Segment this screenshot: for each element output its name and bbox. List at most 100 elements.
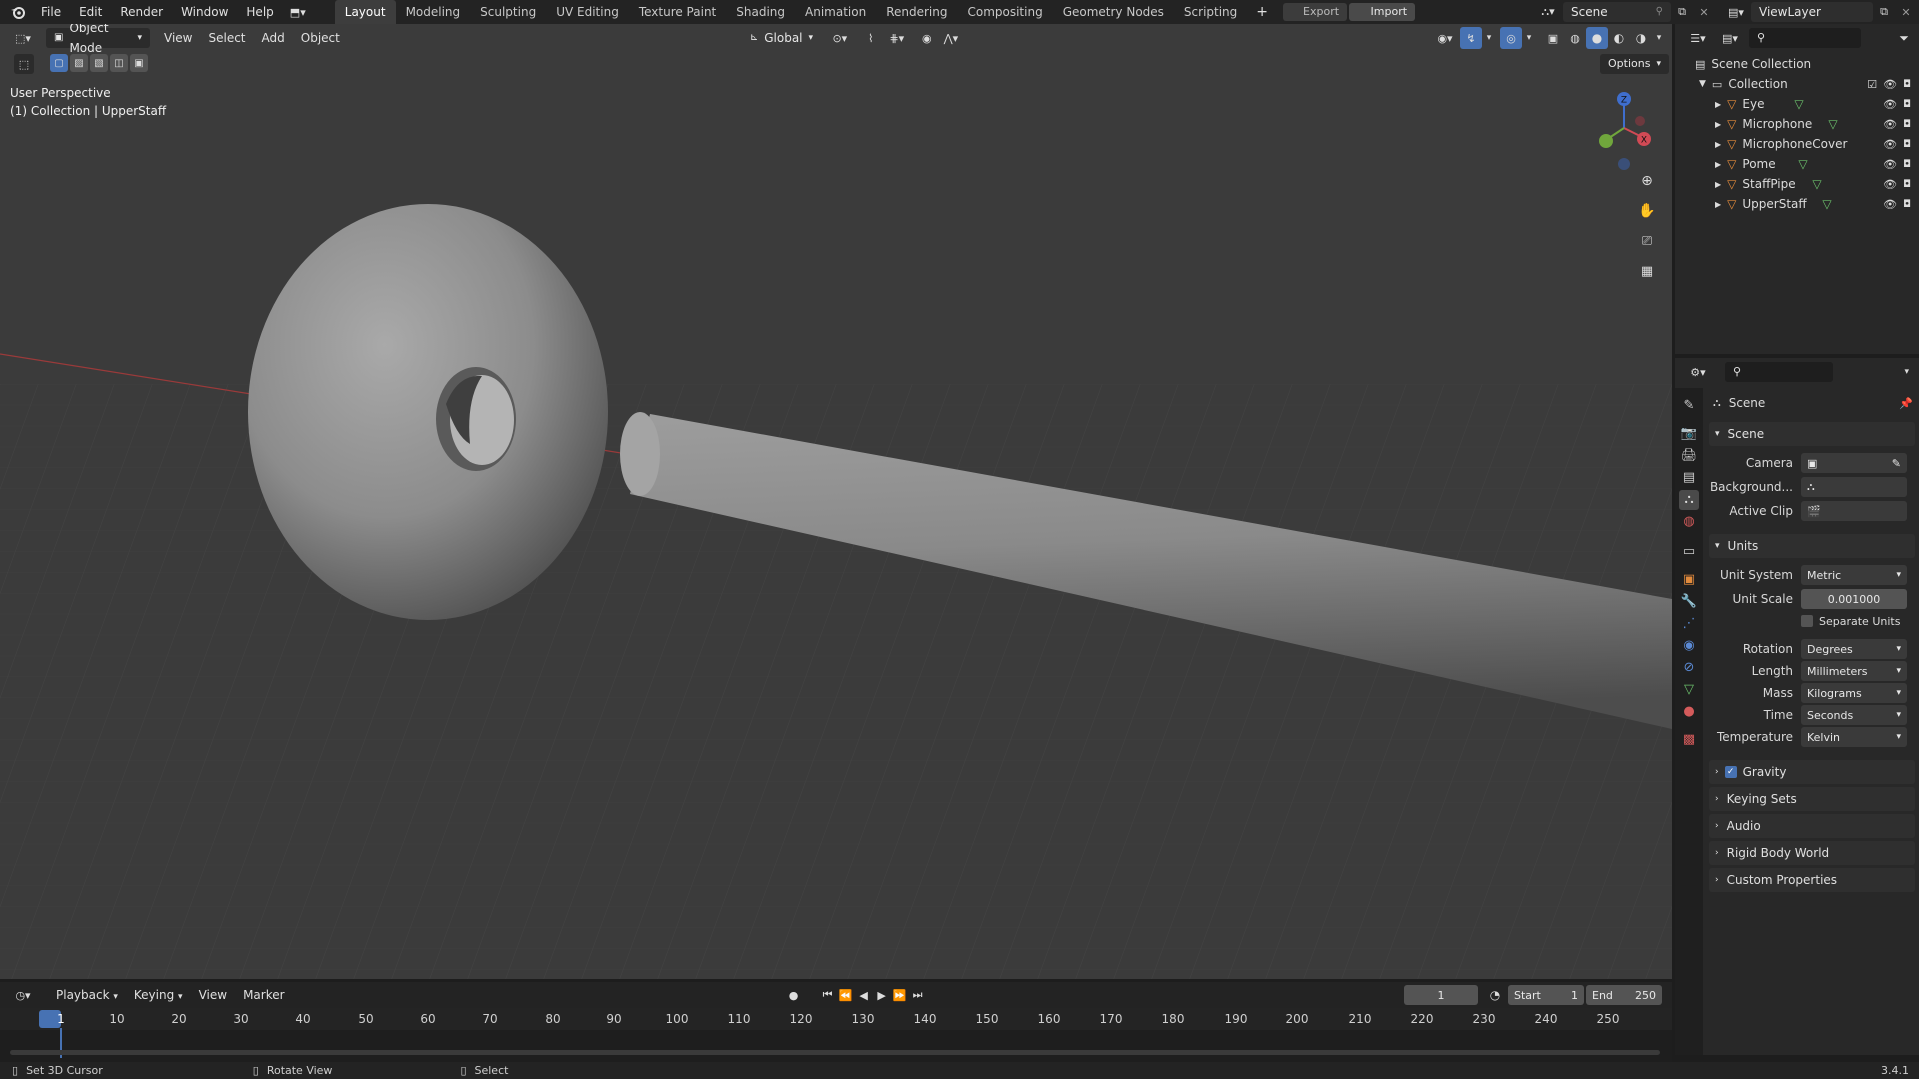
audio-panel-header[interactable]: › Audio [1709, 814, 1915, 838]
eye-icon[interactable]: 👁 [1883, 78, 1897, 91]
background-field[interactable]: ⛬ [1801, 477, 1907, 497]
select-tool-icon[interactable]: ⬚ [14, 54, 34, 74]
select-mode-subtract-icon[interactable]: ▧ [90, 54, 108, 72]
workspace-menu-icon[interactable]: ⬒▾ [283, 1, 313, 23]
proportional-edit-icon[interactable]: ◉ [916, 27, 938, 49]
falloff-icon[interactable]: ⋀▾ [938, 27, 964, 49]
torus-mesh[interactable] [248, 204, 608, 620]
unit-system-dropdown[interactable]: Metric ▾ [1801, 565, 1907, 585]
overlay-toggle-icon[interactable]: ◎ [1500, 27, 1522, 49]
zoom-icon[interactable]: ⊕ [1636, 170, 1658, 192]
new-scene-icon[interactable]: ⧉ [1671, 1, 1693, 23]
new-view-layer-icon[interactable]: ⧉ [1873, 1, 1895, 23]
render-tab-icon[interactable]: 📷 [1679, 424, 1699, 444]
xray-icon[interactable]: ▣ [1542, 27, 1564, 49]
play-reverse-icon[interactable]: ◀ [855, 984, 873, 1006]
eyedropper-icon[interactable]: ✎ [1892, 457, 1901, 470]
outliner-editor-type-icon[interactable]: ☰▾ [1681, 27, 1715, 49]
camera-icon[interactable]: ◘ [1903, 119, 1911, 130]
menu-edit[interactable]: Edit [70, 0, 111, 24]
texture-tab-icon[interactable]: ▩ [1679, 730, 1699, 750]
disclosure-closed-icon[interactable]: ▶ [1715, 180, 1721, 189]
tree-object-pome[interactable]: ▶ ▽ Pome ▽ 👁 ◘ [1675, 154, 1919, 174]
camera-icon[interactable]: ◘ [1903, 179, 1911, 190]
jump-prev-keyframe-icon[interactable]: ⏪ [837, 984, 855, 1006]
perspective-grid-icon[interactable]: ▦ [1636, 260, 1658, 282]
tree-object-microphone[interactable]: ▶ ▽ Microphone ▽ 👁 ◘ [1675, 114, 1919, 134]
eye-icon[interactable]: 👁 [1883, 198, 1897, 211]
keying-sets-panel-header[interactable]: › Keying Sets [1709, 787, 1915, 811]
tree-object-microphonecover[interactable]: ▶ ▽ MicrophoneCover 👁 ◘ [1675, 134, 1919, 154]
tree-object-upperstaff[interactable]: ▶ ▽ UpperStaff ▽ 👁 ◘ [1675, 194, 1919, 214]
properties-editor-type-icon[interactable]: ⚙▾ [1681, 361, 1715, 383]
view-layer-icon[interactable]: ▤▾ [1721, 1, 1751, 23]
select-mode-intersect-icon[interactable]: ▣ [130, 54, 148, 72]
tab-modeling[interactable]: Modeling [396, 0, 471, 24]
custom-properties-panel-header[interactable]: › Custom Properties [1709, 868, 1915, 892]
viewport-menu-view[interactable]: View [156, 31, 200, 45]
properties-editor[interactable]: ⚙▾ ⚲ ▾ ✎ 📷 🖨 ▤ ⛬ ◍ ▭ ▣ 🔧 ⋰ ◉ ⊘ ▽ ● ▩ ⛬ S… [1675, 358, 1919, 1055]
viewport-menu-add[interactable]: Add [254, 31, 293, 45]
timeline-menu-playback[interactable]: Playback ▾ [48, 988, 126, 1002]
active-clip-field[interactable]: 🎬 [1801, 501, 1907, 521]
scene-selector[interactable]: Scene ⚲ [1563, 2, 1671, 22]
eye-icon[interactable]: 👁 [1883, 178, 1897, 191]
mesh-data-icon[interactable]: ▽ [1822, 197, 1831, 211]
pin-icon[interactable]: 📌 [1899, 397, 1913, 410]
collection-tab-icon[interactable]: ▭ [1679, 542, 1699, 562]
add-workspace-button[interactable]: + [1247, 0, 1277, 24]
menu-help[interactable]: Help [237, 0, 282, 24]
timeline-menu-marker[interactable]: Marker [235, 988, 292, 1002]
menu-window[interactable]: Window [172, 0, 237, 24]
rotation-dropdown[interactable]: Degrees ▾ [1801, 639, 1907, 659]
eye-icon[interactable]: 👁 [1883, 118, 1897, 131]
blender-logo-icon[interactable] [10, 4, 26, 20]
mode-selector[interactable]: ▣ Object Mode ▾ [46, 24, 150, 55]
tab-animation[interactable]: Animation [795, 0, 876, 24]
pin-icon[interactable]: ⚲ [1656, 2, 1663, 22]
viewport-menu-object[interactable]: Object [293, 31, 348, 45]
disclosure-closed-icon[interactable]: ▶ [1715, 120, 1721, 129]
camera-icon[interactable]: ◘ [1903, 159, 1911, 170]
current-frame-input[interactable]: 1 [1404, 985, 1478, 1005]
wireframe-shading-icon[interactable]: ◍ [1564, 27, 1586, 49]
view-layer-selector[interactable]: ViewLayer [1751, 2, 1873, 22]
preview-range-icon[interactable]: ◔ [1484, 984, 1506, 1006]
overlay-menu-icon[interactable]: ▾ [1522, 27, 1536, 49]
particles-tab-icon[interactable]: ⋰ [1679, 614, 1699, 634]
object-tab-icon[interactable]: ▣ [1679, 570, 1699, 590]
eye-icon[interactable]: 👁 [1883, 158, 1897, 171]
disclosure-closed-icon[interactable]: ▶ [1715, 100, 1721, 109]
material-tab-icon[interactable]: ● [1679, 702, 1699, 722]
select-mode-extend-icon[interactable]: ▨ [70, 54, 88, 72]
start-frame-input[interactable]: Start 1 [1508, 985, 1584, 1005]
camera-icon[interactable]: ◘ [1903, 199, 1911, 210]
timeline-editor-type-icon[interactable]: ◷▾ [6, 984, 40, 1006]
rigid-body-world-panel-header[interactable]: › Rigid Body World [1709, 841, 1915, 865]
select-mode-new-icon[interactable]: ▢ [50, 54, 68, 72]
data-tab-icon[interactable]: ▽ [1679, 680, 1699, 700]
filter-icon[interactable]: ⏷ [1893, 27, 1915, 49]
disclosure-closed-icon[interactable]: ▶ [1715, 200, 1721, 209]
modifier-tab-icon[interactable]: 🔧 [1679, 592, 1699, 612]
select-mode-invert-icon[interactable]: ◫ [110, 54, 128, 72]
tab-texture-paint[interactable]: Texture Paint [629, 0, 726, 24]
navigation-gizmo[interactable]: Z X [1584, 88, 1664, 178]
constraints-tab-icon[interactable]: ⊘ [1679, 658, 1699, 678]
gravity-checkbox[interactable]: ✓ [1724, 766, 1737, 778]
disclosure-closed-icon[interactable]: ▶ [1715, 160, 1721, 169]
solid-shading-icon[interactable]: ● [1586, 27, 1608, 49]
export-button[interactable]: Export [1283, 3, 1348, 21]
jump-start-icon[interactable]: ⏮ [819, 984, 837, 1006]
tree-object-staffpipe[interactable]: ▶ ▽ StaffPipe ▽ 👁 ◘ [1675, 174, 1919, 194]
visibility-icon[interactable]: ◉▾ [1430, 27, 1460, 49]
properties-search-input[interactable]: ⚲ [1725, 362, 1833, 382]
time-dropdown[interactable]: Seconds ▾ [1801, 705, 1907, 725]
checkbox-icon[interactable]: ☑ [1867, 78, 1877, 91]
view-layer-tab-icon[interactable]: ▤ [1679, 468, 1699, 488]
delete-view-layer-icon[interactable]: ✕ [1895, 1, 1917, 23]
separate-units-checkbox[interactable] [1801, 615, 1813, 627]
unit-scale-input[interactable]: 0.001000 [1801, 589, 1907, 609]
timeline[interactable]: ◷▾ Playback ▾ Keying ▾ View Marker ● ⏮ ⏪… [0, 982, 1672, 1062]
length-dropdown[interactable]: Millimeters ▾ [1801, 661, 1907, 681]
